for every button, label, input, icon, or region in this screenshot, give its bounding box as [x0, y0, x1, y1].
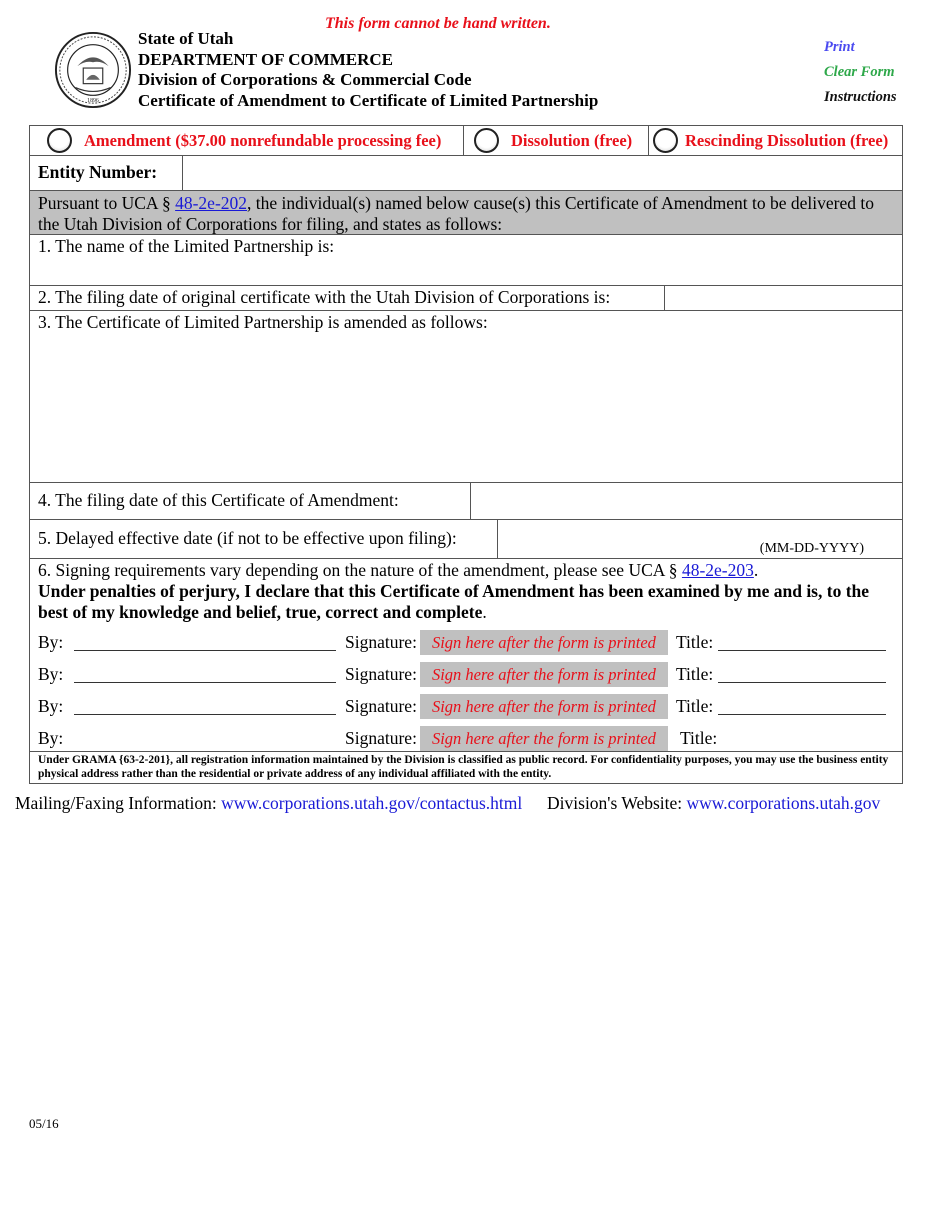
- footer-contact: Mailing/Faxing Information: www.corporat…: [15, 793, 880, 814]
- grama-notice: Under GRAMA {63-2-201}, all registration…: [38, 754, 889, 780]
- entity-number-label: Entity Number:: [30, 156, 183, 190]
- form-actions: Print Clear Form Instructions: [824, 35, 897, 110]
- question-2-original-filing-date: 2. The filing date of original certifica…: [30, 286, 902, 311]
- signature-label: Signature:: [345, 727, 417, 748]
- pursuant-statement: Pursuant to UCA § 48-2e-202, the individ…: [30, 191, 902, 235]
- perjury-end: .: [482, 602, 487, 622]
- question-1-partnership-name[interactable]: 1. The name of the Limited Partnership i…: [30, 235, 902, 286]
- by-label: By:: [38, 727, 64, 748]
- amendment-form: Amendment ($37.00 nonrefundable processi…: [29, 125, 903, 784]
- entity-number-row: Entity Number:: [30, 156, 902, 191]
- svg-text:1896: 1896: [87, 98, 99, 104]
- instructions-link[interactable]: Instructions: [824, 85, 897, 110]
- radio-rescinding[interactable]: [653, 128, 678, 153]
- website-label: Division's Website:: [547, 793, 683, 813]
- question-3-amendments[interactable]: 3. The Certificate of Limited Partnershi…: [30, 311, 902, 483]
- form-title: Certificate of Amendment to Certificate …: [138, 90, 599, 110]
- question-6-signatures: 6. Signing requirements vary depending o…: [30, 559, 902, 752]
- state-name: State of Utah: [138, 29, 234, 48]
- signature-row: By: Signature: Sign here after the form …: [38, 658, 894, 690]
- radio-dissolution[interactable]: [474, 128, 499, 153]
- signature-placeholder: Sign here after the form is printed: [419, 629, 668, 655]
- filing-type-label: Dissolution (free): [511, 130, 633, 150]
- entity-number-input[interactable]: [183, 156, 902, 190]
- signature-label: Signature:: [345, 695, 417, 716]
- print-button[interactable]: Print: [824, 35, 897, 60]
- signature-label: Signature:: [345, 631, 417, 652]
- by-name-input[interactable]: [74, 665, 336, 683]
- title-input[interactable]: [718, 665, 887, 683]
- question-4-amendment-filing-date: 4. The filing date of this Certificate o…: [30, 483, 902, 520]
- delayed-effective-date-input[interactable]: (MM-DD-YYYY): [498, 520, 902, 558]
- filing-type-rescinding[interactable]: Rescinding Dissolution (free): [649, 126, 902, 155]
- division-name: Division of Corporations & Commercial Co…: [138, 70, 472, 89]
- by-name-input[interactable]: [74, 633, 336, 651]
- department-name: DEPARTMENT OF COMMERCE: [138, 49, 394, 69]
- signature-label: Signature:: [345, 663, 417, 684]
- amendment-filing-date-input[interactable]: [471, 483, 902, 519]
- title-label: Title:: [675, 695, 714, 716]
- signature-rows: By: Signature: Sign here after the form …: [38, 626, 894, 754]
- signature-placeholder: Sign here after the form is printed: [419, 725, 668, 751]
- by-name-input[interactable]: [74, 697, 336, 715]
- website-url-link[interactable]: www.corporations.utah.gov: [687, 793, 881, 813]
- agency-header: State of Utah DEPARTMENT OF COMMERCE Div…: [138, 29, 598, 111]
- original-filing-date-input[interactable]: [665, 286, 902, 310]
- title-label: Title:: [675, 663, 714, 684]
- date-format-hint: (MM-DD-YYYY): [759, 541, 864, 556]
- filing-type-row: Amendment ($37.00 nonrefundable processi…: [30, 126, 902, 156]
- filing-type-label: Amendment ($37.00 nonrefundable processi…: [84, 130, 442, 150]
- question-5-label: 5. Delayed effective date (if not to be …: [30, 520, 498, 558]
- by-label: By:: [38, 695, 64, 716]
- by-label: By:: [38, 663, 64, 684]
- clear-form-button[interactable]: Clear Form: [824, 60, 897, 85]
- signing-requirements: 6. Signing requirements vary depending o…: [38, 559, 894, 581]
- perjury-text: Under penalties of perjury, I declare th…: [38, 581, 870, 622]
- signature-row: By: Signature: Sign here after the form …: [38, 626, 894, 658]
- question-4-label: 4. The filing date of this Certificate o…: [30, 483, 471, 519]
- state-seal-icon: 1896: [54, 31, 132, 109]
- question-5-delayed-date: 5. Delayed effective date (if not to be …: [30, 520, 902, 559]
- mailing-label: Mailing/Faxing Information:: [15, 793, 217, 813]
- signature-row: By: Signature: Sign here after the form …: [38, 722, 894, 754]
- revision-date: 05/16: [29, 1116, 59, 1131]
- question-2-label: 2. The filing date of original certifica…: [30, 286, 665, 310]
- title-label: Title:: [679, 727, 718, 748]
- mailing-url-link[interactable]: www.corporations.utah.gov/contactus.html: [221, 793, 522, 813]
- statute-link-48-2e-202[interactable]: 48-2e-202: [175, 193, 247, 213]
- perjury-declaration: Under penalties of perjury, I declare th…: [38, 581, 894, 623]
- by-label: By:: [38, 631, 64, 652]
- statute-link-48-2e-203[interactable]: 48-2e-203: [682, 560, 754, 580]
- title-label: Title:: [675, 631, 714, 652]
- signature-placeholder: Sign here after the form is printed: [419, 693, 668, 719]
- signature-row: By: Signature: Sign here after the form …: [38, 690, 894, 722]
- filing-type-dissolution[interactable]: Dissolution (free): [464, 126, 649, 155]
- q6-suffix: .: [753, 560, 759, 580]
- title-input[interactable]: [718, 697, 887, 715]
- radio-amendment[interactable]: [47, 128, 72, 153]
- title-input[interactable]: [718, 633, 887, 651]
- signature-placeholder: Sign here after the form is printed: [419, 661, 668, 687]
- q6-prefix: 6. Signing requirements vary depending o…: [38, 560, 682, 580]
- pursuant-prefix: Pursuant to UCA §: [38, 193, 176, 213]
- question-3-label: 3. The Certificate of Limited Partnershi…: [38, 312, 488, 332]
- filing-type-label: Rescinding Dissolution (free): [685, 130, 889, 150]
- question-1-label: 1. The name of the Limited Partnership i…: [38, 236, 335, 256]
- filing-type-amendment[interactable]: Amendment ($37.00 nonrefundable processi…: [30, 126, 464, 155]
